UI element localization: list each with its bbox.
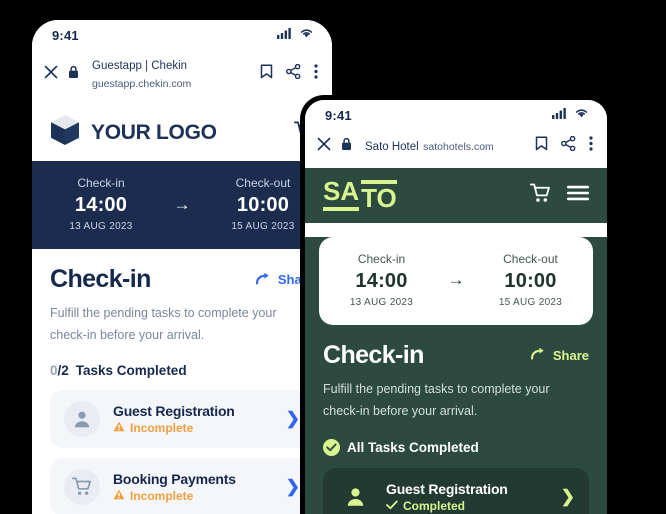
checkin-label: Check-in bbox=[77, 176, 125, 190]
status-time: 9:41 bbox=[325, 107, 352, 123]
checkin-block: Check-in 14:00 13 AUG 2023 bbox=[42, 174, 160, 235]
page-heading: Check-in bbox=[50, 265, 151, 293]
browser-bar-right: Sato Hotel satohotels.com bbox=[305, 130, 607, 168]
overflow-menu-icon[interactable] bbox=[589, 136, 593, 156]
user-icon bbox=[337, 479, 373, 514]
task-row-guest-registration[interactable]: Guest Registration Completed ❯ bbox=[323, 467, 589, 514]
task-name: Booking Payments bbox=[113, 470, 236, 487]
close-icon[interactable] bbox=[44, 65, 58, 84]
tasks-progress-label: Tasks Completed bbox=[75, 362, 187, 378]
chevron-right-icon[interactable]: ❯ bbox=[561, 487, 575, 507]
site-header-left: YOUR LOGO bbox=[32, 104, 332, 161]
share-label: Share bbox=[552, 347, 589, 363]
hamburger-menu-icon[interactable] bbox=[567, 185, 589, 206]
chevron-right-icon[interactable]: ❯ bbox=[286, 409, 300, 429]
checkin-block: Check-in 14:00 13 AUG 2023 bbox=[329, 250, 434, 311]
sato-logo-part-2: TO bbox=[361, 180, 397, 211]
checkin-content-right: Check-in Share Fulfill the pending tasks… bbox=[305, 324, 607, 514]
checkout-date: 15 AUG 2023 bbox=[498, 296, 563, 308]
chevron-right-icon[interactable]: ❯ bbox=[286, 477, 300, 497]
lock-icon bbox=[68, 65, 79, 84]
task-name: Guest Registration bbox=[113, 402, 235, 419]
sato-logo[interactable]: SA TO bbox=[323, 178, 397, 211]
page-body-right: Check-in 14:00 13 AUG 2023 → Check-out 1… bbox=[305, 236, 607, 514]
checkout-time: 10:00 bbox=[504, 269, 557, 292]
phone-left: 9:41 Guestapp | Chekin guestapp.chekin.c… bbox=[32, 20, 332, 514]
brand-left[interactable]: YOUR LOGO bbox=[50, 114, 217, 151]
stay-summary-card-left: Check-in 14:00 13 AUG 2023 → Check-out 1… bbox=[32, 161, 332, 249]
page-heading: Check-in bbox=[323, 340, 424, 369]
screenshot-stage: 9:41 Guestapp | Chekin guestapp.chekin.c… bbox=[0, 0, 666, 514]
phone-right: 9:41 Sato Hotel satohotels.com SA TO Che… bbox=[300, 95, 612, 514]
checkin-time: 14:00 bbox=[74, 194, 128, 216]
share-button[interactable]: Share bbox=[530, 347, 589, 363]
checkin-time: 14:00 bbox=[355, 269, 408, 292]
site-header-right: SA TO bbox=[305, 168, 607, 223]
page-title-text: Sato Hotel bbox=[365, 141, 419, 153]
checkin-content-left: Check-in Share Fulfill the pending tasks… bbox=[32, 249, 332, 514]
checkout-label: Check-out bbox=[503, 251, 558, 266]
task-status-label: Incomplete bbox=[130, 488, 194, 503]
checkin-subtitle: Fulfill the pending tasks to complete yo… bbox=[50, 306, 277, 342]
tasks-total-count: /2 bbox=[57, 362, 69, 378]
cart-icon[interactable] bbox=[529, 183, 551, 208]
checkout-block: Check-out 10:00 15 AUG 2023 bbox=[478, 250, 583, 311]
sato-logo-part-1: SA bbox=[323, 178, 360, 211]
page-title-text: Guestapp | Chekin bbox=[92, 60, 188, 72]
close-icon[interactable] bbox=[317, 137, 331, 156]
page-body-left: Check-in 14:00 13 AUG 2023 → Check-out 1… bbox=[32, 161, 332, 514]
checkin-date: 13 AUG 2023 bbox=[349, 296, 414, 308]
signal-bars-icon bbox=[552, 106, 567, 124]
bookmark-icon[interactable] bbox=[535, 136, 548, 156]
page-url-text: satohotels.com bbox=[423, 141, 494, 153]
warning-icon bbox=[113, 489, 125, 503]
task-status: Completed bbox=[386, 499, 548, 513]
bookmark-icon[interactable] bbox=[260, 64, 273, 84]
task-status-label: Incomplete bbox=[130, 420, 194, 435]
arrow-right-icon: → bbox=[447, 270, 465, 290]
tasks-progress-left: 0/2 Tasks Completed bbox=[50, 363, 314, 378]
stay-summary-card-right: Check-in 14:00 13 AUG 2023 → Check-out 1… bbox=[319, 236, 593, 325]
checkin-label: Check-in bbox=[357, 251, 406, 266]
tasks-progress-right: All Tasks Completed bbox=[323, 438, 589, 456]
task-row-booking-payments[interactable]: Booking Payments Incomplete ❯ bbox=[50, 457, 314, 514]
warning-icon bbox=[113, 421, 125, 435]
user-icon bbox=[64, 400, 100, 437]
share-icon[interactable] bbox=[286, 63, 301, 84]
lock-icon bbox=[341, 137, 352, 156]
task-list-left: Guest Registration Incomplete ❯ Booking … bbox=[50, 389, 314, 514]
share-arrow-icon bbox=[530, 347, 547, 363]
check-icon bbox=[323, 438, 340, 456]
overflow-menu-icon[interactable] bbox=[314, 64, 318, 84]
page-url-text: guestapp.chekin.com bbox=[92, 78, 192, 90]
signal-bars-icon bbox=[277, 26, 292, 44]
share-arrow-icon bbox=[255, 272, 272, 288]
url-field-left[interactable]: Guestapp | Chekin guestapp.chekin.com bbox=[89, 56, 250, 92]
status-bar-left: 9:41 bbox=[32, 20, 332, 50]
checkin-date: 13 AUG 2023 bbox=[69, 221, 133, 232]
task-status: Incomplete bbox=[113, 489, 273, 503]
cart-icon bbox=[64, 468, 100, 505]
brand-text: YOUR LOGO bbox=[91, 120, 217, 144]
tasks-progress-label: All Tasks Completed bbox=[347, 439, 479, 455]
wifi-icon bbox=[299, 26, 314, 44]
status-time: 9:41 bbox=[52, 27, 79, 43]
task-status: Incomplete bbox=[113, 421, 273, 435]
task-row-guest-registration[interactable]: Guest Registration Incomplete ❯ bbox=[50, 389, 314, 448]
url-field-right[interactable]: Sato Hotel satohotels.com bbox=[362, 137, 525, 155]
wifi-icon bbox=[574, 106, 589, 124]
cube-logo-icon bbox=[50, 114, 80, 151]
arrow-right-icon: → bbox=[173, 194, 191, 214]
task-name: Guest Registration bbox=[386, 480, 508, 497]
status-bar-right: 9:41 bbox=[305, 100, 607, 130]
task-list-right: Guest Registration Completed ❯ bbox=[323, 467, 589, 514]
check-icon bbox=[386, 499, 398, 513]
task-status-label: Completed bbox=[403, 498, 466, 513]
checkin-subtitle: Fulfill the pending tasks to complete yo… bbox=[323, 381, 550, 418]
share-icon[interactable] bbox=[561, 135, 576, 156]
tasks-done-count: 0 bbox=[50, 362, 58, 378]
browser-bar-left: Guestapp | Chekin guestapp.chekin.com bbox=[32, 50, 332, 104]
